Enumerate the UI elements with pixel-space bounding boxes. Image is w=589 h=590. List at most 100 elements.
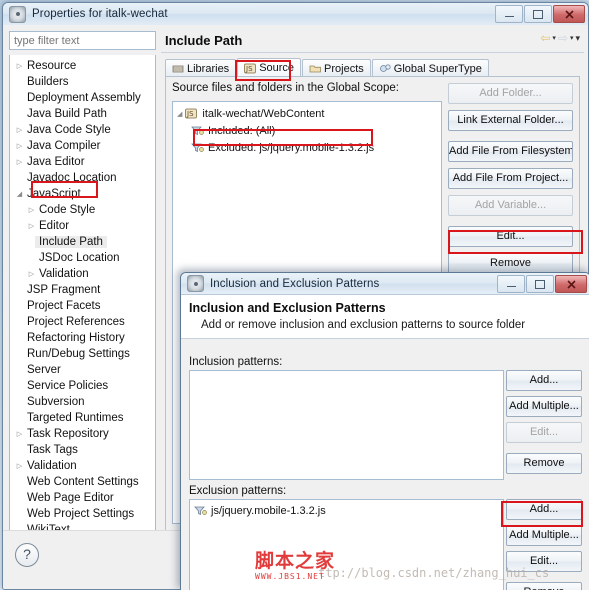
sidebar-item-javascript[interactable]: ◢ JavaScript	[10, 186, 155, 202]
sidebar-item-label: Resource	[27, 60, 77, 72]
add-multiple-button[interactable]: Add Multiple...	[506, 525, 582, 546]
sidebar-item-java-code-style[interactable]: ▷ Java Code Style	[10, 122, 155, 138]
sidebar-item-validation[interactable]: ▷ Validation	[10, 266, 155, 282]
minimize-button[interactable]	[495, 5, 523, 23]
tab-libraries[interactable]: Libraries	[165, 59, 237, 77]
settings-tree[interactable]: ▷ Resource Builders Deployment Assembly J…	[9, 55, 156, 531]
sidebar-item-label: Validation	[39, 268, 89, 280]
sidebar-item-subversion[interactable]: Subversion	[10, 394, 155, 410]
sidebar-item-java-editor[interactable]: ▷ Java Editor	[10, 154, 155, 170]
exclusion-patterns-list[interactable]: js/jquery.mobile-1.3.2.js	[189, 499, 504, 590]
sidebar-item-resource[interactable]: ▷ Resource	[10, 58, 155, 74]
pattern-list-item[interactable]: js/jquery.mobile-1.3.2.js	[190, 503, 503, 518]
dialog-close-button[interactable]	[555, 275, 587, 293]
sidebar-item-project-facets[interactable]: Project Facets	[10, 298, 155, 314]
dialog-icon	[187, 275, 204, 292]
sidebar-item-label: Java Code Style	[27, 124, 111, 136]
restore-button[interactable]	[524, 5, 552, 23]
sidebar-item-java-build-path[interactable]: Java Build Path	[10, 106, 155, 122]
back-arrow-icon[interactable]: ⇦	[540, 32, 550, 44]
chevron-right-icon[interactable]: ▷	[14, 463, 25, 470]
sidebar-item-javadoc-location[interactable]: Javadoc Location	[10, 170, 155, 186]
sidebar-item-validation[interactable]: ▷ Validation	[10, 458, 155, 474]
sidebar-item-label: Refactoring History	[27, 332, 125, 344]
remove-button[interactable]: Remove	[506, 453, 582, 474]
sidebar-item-service-policies[interactable]: Service Policies	[10, 378, 155, 394]
chevron-down-icon[interactable]: ◢	[177, 110, 182, 118]
edit-button[interactable]: Edit...	[448, 226, 573, 247]
libraries-icon	[172, 65, 184, 73]
add-file-from-project-button[interactable]: Add File From Project...	[448, 168, 573, 189]
close-icon	[564, 9, 574, 19]
sidebar-item-task-tags[interactable]: Task Tags	[10, 442, 155, 458]
help-button[interactable]: ?	[15, 543, 39, 567]
chevron-right-icon[interactable]: ▷	[14, 63, 25, 70]
add-button[interactable]: Add...	[506, 499, 582, 520]
properties-icon	[9, 5, 26, 23]
chevron-right-icon[interactable]: ▷	[26, 271, 37, 278]
tab-label: Libraries	[187, 62, 230, 75]
source-tree-label: italk-wechat/WebContent	[202, 107, 325, 120]
add-multiple-button[interactable]: Add Multiple...	[506, 396, 582, 417]
sidebar-item-include-path[interactable]: Include Path	[10, 234, 155, 250]
filter-input[interactable]	[9, 31, 156, 50]
sidebar-item-deployment-assembly[interactable]: Deployment Assembly	[10, 90, 155, 106]
menu-chevron-down-icon[interactable]: ▾	[575, 33, 580, 44]
source-tree-row[interactable]: ◢ JS italk-wechat/WebContent	[173, 106, 441, 121]
chevron-down-icon[interactable]: ◢	[14, 191, 25, 198]
sidebar-item-jsp-fragment[interactable]: JSP Fragment	[10, 282, 155, 298]
sidebar-item-targeted-runtimes[interactable]: Targeted Runtimes	[10, 410, 155, 426]
chevron-right-icon[interactable]: ▷	[14, 127, 25, 134]
sidebar-item-label: Editor	[39, 220, 70, 232]
sidebar-item-run-debug-settings[interactable]: Run/Debug Settings	[10, 346, 155, 362]
libraries-icon	[172, 63, 184, 74]
chevron-right-icon[interactable]: ▷	[14, 143, 25, 150]
tab-label: Source	[259, 62, 295, 74]
remove-button[interactable]: Remove	[506, 582, 582, 590]
chevron-right-icon[interactable]: ▷	[14, 159, 25, 166]
source-tree-row[interactable]: Included: (All)	[173, 123, 441, 138]
tab-global-supertype[interactable]: Global SuperType	[371, 59, 489, 77]
sidebar-item-web-content-settings[interactable]: Web Content Settings	[10, 474, 155, 490]
sidebar-item-web-project-settings[interactable]: Web Project Settings	[10, 506, 155, 522]
chevron-right-icon[interactable]: ▷	[26, 207, 37, 214]
sidebar-item-java-compiler[interactable]: ▷ Java Compiler	[10, 138, 155, 154]
sidebar-item-server[interactable]: Server	[10, 362, 155, 378]
filter-icon	[194, 505, 207, 516]
sidebar-item-refactoring-history[interactable]: Refactoring History	[10, 330, 155, 346]
forward-arrow-icon[interactable]: ⇨	[558, 32, 568, 44]
edit-button[interactable]: Edit...	[506, 551, 582, 572]
link-external-folder-button[interactable]: Link External Folder...	[448, 110, 573, 131]
dialog-body: Inclusion patterns: Add... Add Multiple..…	[181, 350, 589, 590]
back-chevron-down-icon[interactable]: ▾	[552, 34, 556, 42]
forward-chevron-down-icon[interactable]: ▾	[570, 34, 574, 42]
dialog-minimize-button[interactable]	[497, 275, 525, 293]
sidebar-item-label: Java Compiler	[27, 140, 101, 152]
add-button[interactable]: Add...	[506, 370, 582, 391]
inclusion-button-column: Add... Add Multiple... Edit... Remove	[506, 370, 582, 479]
close-button[interactable]	[553, 5, 585, 23]
sidebar-item-editor[interactable]: ▷ Editor	[10, 218, 155, 234]
dialog-restore-button[interactable]	[526, 275, 554, 293]
inclusion-patterns-list[interactable]	[189, 370, 504, 480]
sidebar-item-project-references[interactable]: Project References	[10, 314, 155, 330]
sidebar-item-label: Builders	[27, 76, 69, 88]
chevron-right-icon[interactable]: ▷	[14, 431, 25, 438]
sidebar-item-label: Targeted Runtimes	[27, 412, 124, 424]
tab-source[interactable]: JS Source	[237, 58, 302, 77]
tab-projects[interactable]: Projects	[302, 59, 371, 77]
chevron-right-icon[interactable]: ▷	[26, 223, 37, 230]
sidebar-item-builders[interactable]: Builders	[10, 74, 155, 90]
add-file-from-filesystem-button[interactable]: Add File From Filesystem...	[448, 141, 573, 162]
sidebar-item-code-style[interactable]: ▷ Code Style	[10, 202, 155, 218]
sidebar-item-jsdoc-location[interactable]: JSDoc Location	[10, 250, 155, 266]
source-tree-row[interactable]: Excluded: js/jquery.mobile-1.3.2.js	[173, 140, 441, 155]
sidebar-item-web-page-editor[interactable]: Web Page Editor	[10, 490, 155, 506]
sidebar-item-task-repository[interactable]: ▷ Task Repository	[10, 426, 155, 442]
remove-button[interactable]: Remove	[448, 253, 573, 274]
